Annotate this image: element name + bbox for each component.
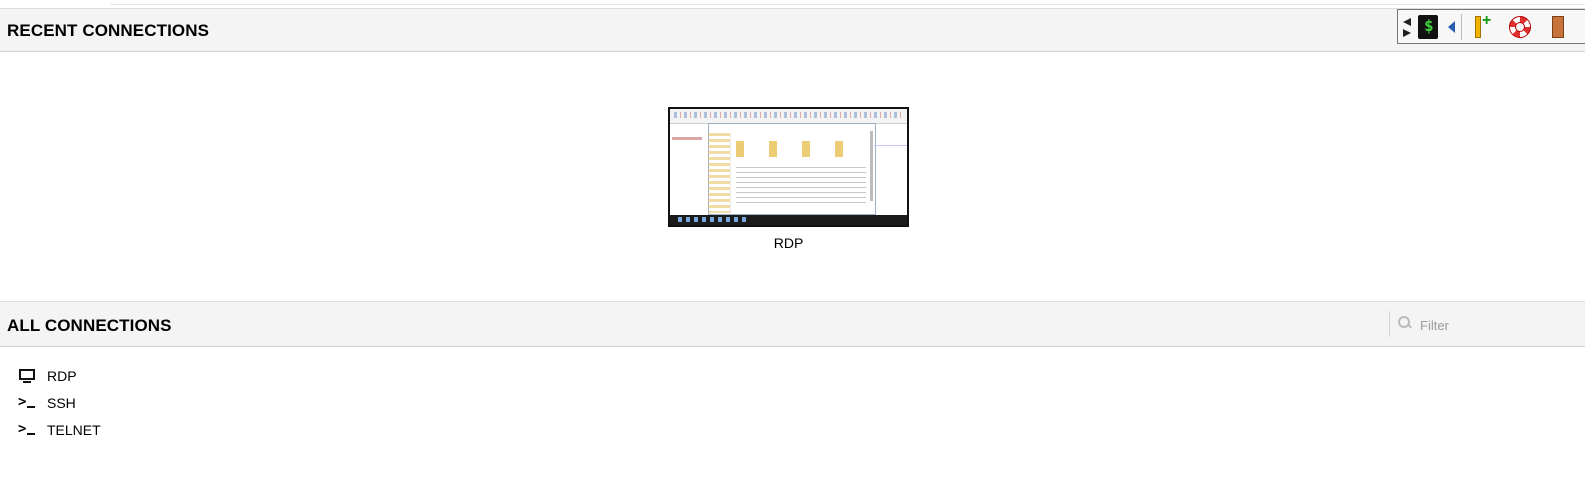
search-icon [1398,316,1412,329]
connection-item-ssh[interactable]: > SSH [17,393,217,420]
all-connections-header: ALL CONNECTIONS [0,301,1585,347]
all-connections-title: ALL CONNECTIONS [7,316,172,335]
clipboard-toolbar: $ + [1397,9,1585,44]
recent-connection-label[interactable]: RDP [668,235,909,251]
terminal-dollar-icon[interactable]: $ [1418,15,1438,39]
connection-list: RDP > SSH > TELNET [17,366,217,447]
recent-connections-header: RECENT CONNECTIONS [0,8,1585,52]
filter-divider [1389,311,1390,337]
connection-item-rdp[interactable]: RDP [17,366,217,393]
filter-input[interactable] [1418,314,1572,336]
monitor-icon [19,369,35,383]
back-icon[interactable] [1448,15,1456,39]
recent-connection-tile[interactable]: RDP [668,107,909,251]
connection-label[interactable]: SSH [47,395,76,411]
terminal-prompt-icon: > [18,394,38,410]
add-bookmark-icon[interactable]: + [1472,12,1496,39]
help-lifebuoy-icon[interactable] [1508,15,1532,39]
logout-door-icon[interactable] [1552,15,1566,39]
scroll-left-icon[interactable] [1402,16,1411,38]
connection-label[interactable]: TELNET [47,422,101,438]
connection-item-telnet[interactable]: > TELNET [17,420,217,447]
terminal-prompt-icon: > [18,421,38,437]
top-divider [110,0,1585,5]
connection-thumbnail[interactable] [668,107,909,227]
connection-label[interactable]: RDP [47,368,77,384]
toolbar-divider [1461,14,1462,40]
recent-connections-title: RECENT CONNECTIONS [7,21,210,40]
